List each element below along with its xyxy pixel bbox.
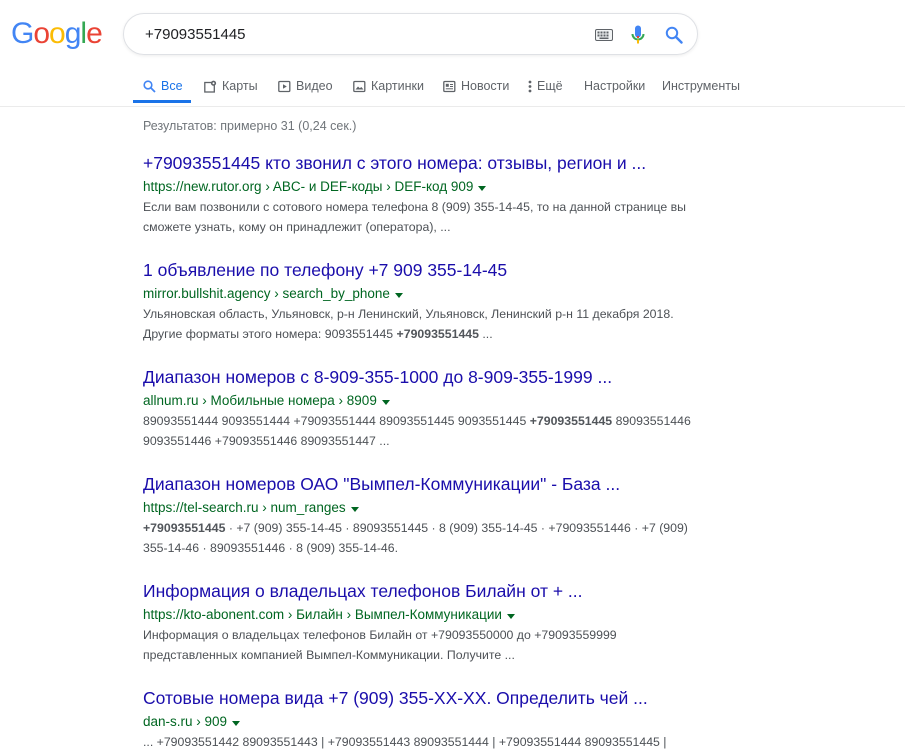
tab-tools[interactable]: Инструменты [662,68,740,104]
result-url: https://new.rutor.org › ABC- и DEF-коды … [143,178,703,196]
caret-down-icon[interactable] [350,499,359,517]
tab-all[interactable]: Все [143,68,183,104]
result-url: https://kto-abonent.com › Билайн › Вымпе… [143,606,703,624]
result-url: mirror.bullshit.agency › search_by_phone [143,285,703,303]
logo-letter: o [33,17,50,50]
result-url-text: dan-s.ru › 909 [143,714,228,729]
tab-label: Видео [296,79,333,93]
search-icon [143,79,156,93]
search-input[interactable] [143,24,577,44]
result-title-link[interactable]: Сотовые номера вида +7 (909) 355-XX-XX. … [143,687,703,709]
logo-letter: o [49,17,66,50]
result-snippet: Если вам позвонили с сотового номера тел… [143,197,703,237]
tab-video[interactable]: Видео [278,68,333,104]
logo-letter: e [86,17,103,50]
result-snippet: Ульяновская область, Ульяновск, р-н Лени… [143,304,703,344]
snippet-text: · +7 (909) 355-14-45 · 89093551445 · 8 (… [143,521,688,555]
search-box [123,13,698,55]
result-url-text: https://kto-abonent.com › Билайн › Вымпе… [143,607,502,622]
search-icon [665,26,683,44]
result-stats: Результатов: примерно 31 (0,24 сек.) [143,119,357,133]
snippet-highlight: +79093551445 [529,414,613,428]
tab-maps[interactable]: Карты [204,68,258,104]
result-title-link[interactable]: +79093551445 кто звонил с этого номера: … [143,152,703,174]
snippet-highlight: +79093551445 [396,327,479,341]
tab-label: Все [161,79,183,93]
snippet-text: Информация о владельцах телефонов Билайн… [143,628,617,662]
result-title-link[interactable]: Диапазон номеров ОАО "Вымпел-Коммуникаци… [143,473,703,495]
logo-letter: g [64,17,82,50]
tab-label: Картинки [371,79,424,93]
result-url: allnum.ru › Мобильные номера › 8909 [143,392,703,410]
video-icon [278,80,291,92]
tab-label: Инструменты [662,79,740,93]
snippet-text: Если вам позвонили с сотового номера тел… [143,200,686,234]
tab-images[interactable]: Картинки [353,68,424,104]
result-url-text: allnum.ru › Мобильные номера › 8909 [143,393,377,408]
google-logo[interactable]: Google [11,17,103,50]
caret-down-icon[interactable] [506,606,515,624]
tab-label: Настройки [584,79,646,93]
more-vert-icon [528,80,532,92]
result-snippet: ... +79093551442 89093551443 | +79093551… [143,732,703,752]
snippet-highlight: +79093551445 [143,521,226,535]
tab-label: Карты [222,79,258,93]
result-title-link[interactable]: Диапазон номеров с 8-909-355-1000 до 8-9… [143,366,703,388]
result-title-link[interactable]: 1 объявление по телефону +7 909 355-14-4… [143,259,703,281]
tab-label: Новости [461,79,510,93]
active-tab-indicator [133,100,191,103]
news-icon [443,80,456,92]
result-snippet: 89093551444 9093551444 +79093551444 8909… [143,411,703,451]
search-result: Диапазон номеров с 8-909-355-1000 до 8-9… [143,366,703,451]
result-url-text: https://new.rutor.org › ABC- и DEF-коды … [143,179,474,194]
tab-more[interactable]: Ещё [528,68,563,104]
search-result: +79093551445 кто звонил с этого номера: … [143,152,703,237]
snippet-text: ... [478,327,493,341]
result-snippet: Информация о владельцах телефонов Билайн… [143,625,703,665]
result-snippet: +79093551445 · +7 (909) 355-14-45 · 8909… [143,518,703,558]
result-url: https://tel-search.ru › num_ranges [143,499,703,517]
result-title-link[interactable]: Информация о владельцах телефонов Билайн… [143,580,703,602]
tab-label: Ещё [537,79,563,93]
result-url: dan-s.ru › 909 [143,713,703,731]
search-result: 1 объявление по телефону +7 909 355-14-4… [143,259,703,344]
snippet-text: 89093551444 9093551444 +79093551444 8909… [143,414,530,428]
search-button[interactable] [662,24,686,46]
caret-down-icon[interactable] [381,392,390,410]
logo-letter: G [11,17,34,50]
image-icon [353,80,366,92]
caret-down-icon[interactable] [232,713,241,731]
result-url-text: https://tel-search.ru › num_ranges [143,500,346,515]
search-result: Информация о владельцах телефонов Билайн… [143,580,703,665]
caret-down-icon[interactable] [394,285,403,303]
search-result: Диапазон номеров ОАО "Вымпел-Коммуникаци… [143,473,703,558]
keyboard-icon[interactable] [593,24,615,46]
search-result: Сотовые номера вида +7 (909) 355-XX-XX. … [143,687,703,752]
microphone-icon[interactable] [627,24,649,46]
tab-settings[interactable]: Настройки [584,68,645,104]
caret-down-icon[interactable] [478,178,487,196]
snippet-text: ... +79093551442 89093551443 | +79093551… [143,735,667,749]
tab-news[interactable]: Новости [443,68,509,104]
map-pin-icon [204,80,217,93]
result-url-text: mirror.bullshit.agency › search_by_phone [143,286,390,301]
